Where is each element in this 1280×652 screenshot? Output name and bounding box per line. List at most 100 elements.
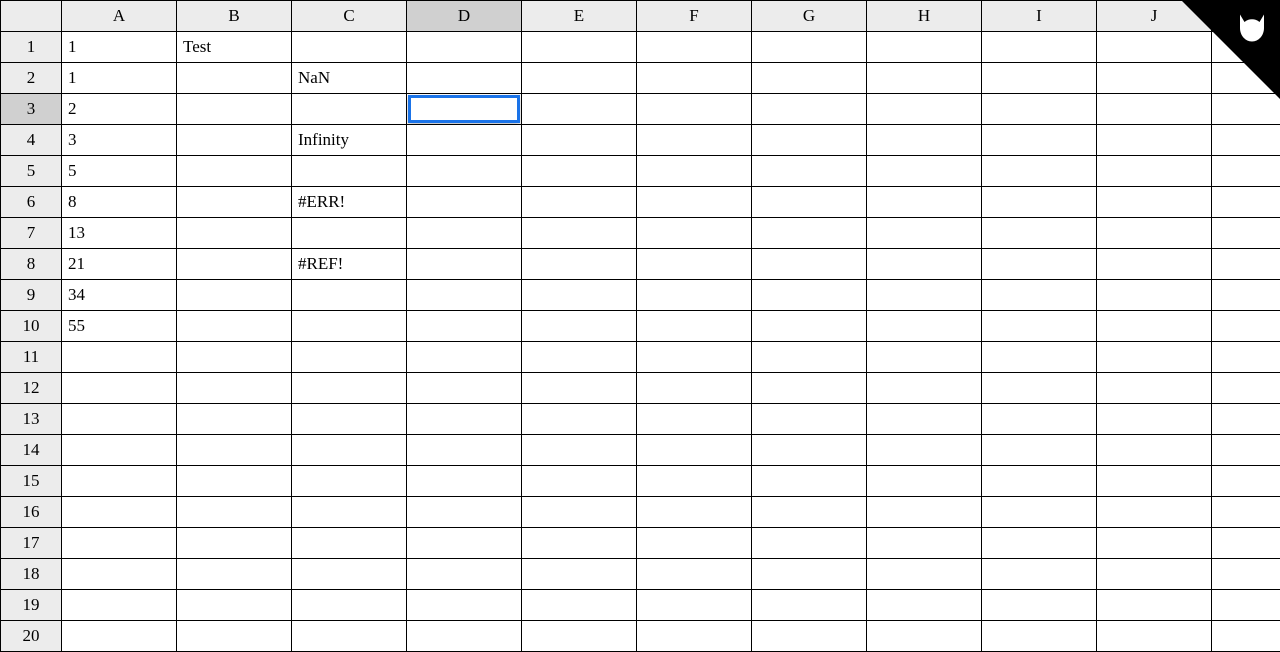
cell-A15[interactable] [62, 466, 177, 497]
cell-D16[interactable] [407, 497, 522, 528]
col-header-J[interactable]: J [1097, 1, 1212, 32]
cell-K8[interactable] [1212, 249, 1280, 280]
cell-H10[interactable] [867, 311, 982, 342]
cell-D20[interactable] [407, 621, 522, 652]
cell-K15[interactable] [1212, 466, 1280, 497]
cell-I11[interactable] [982, 342, 1097, 373]
cell-H1[interactable] [867, 32, 982, 63]
cell-C4[interactable]: Infinity [292, 125, 407, 156]
cell-E1[interactable] [522, 32, 637, 63]
cell-D10[interactable] [407, 311, 522, 342]
cell-K5[interactable] [1212, 156, 1280, 187]
cell-J2[interactable] [1097, 63, 1212, 94]
cell-E19[interactable] [522, 590, 637, 621]
cell-F15[interactable] [637, 466, 752, 497]
cell-A19[interactable] [62, 590, 177, 621]
cell-J16[interactable] [1097, 497, 1212, 528]
cell-I5[interactable] [982, 156, 1097, 187]
cell-F6[interactable] [637, 187, 752, 218]
cell-G14[interactable] [752, 435, 867, 466]
row-header-7[interactable]: 7 [1, 218, 62, 249]
cell-E17[interactable] [522, 528, 637, 559]
cell-G19[interactable] [752, 590, 867, 621]
cell-F16[interactable] [637, 497, 752, 528]
cell-G20[interactable] [752, 621, 867, 652]
row-header-13[interactable]: 13 [1, 404, 62, 435]
cell-B15[interactable] [177, 466, 292, 497]
cell-B10[interactable] [177, 311, 292, 342]
cell-H14[interactable] [867, 435, 982, 466]
cell-J15[interactable] [1097, 466, 1212, 497]
cell-E14[interactable] [522, 435, 637, 466]
cell-K11[interactable] [1212, 342, 1280, 373]
cell-I18[interactable] [982, 559, 1097, 590]
cell-F3[interactable] [637, 94, 752, 125]
cell-F4[interactable] [637, 125, 752, 156]
cell-D7[interactable] [407, 218, 522, 249]
cell-G15[interactable] [752, 466, 867, 497]
cell-H17[interactable] [867, 528, 982, 559]
row-header-17[interactable]: 17 [1, 528, 62, 559]
row-header-2[interactable]: 2 [1, 63, 62, 94]
cell-I15[interactable] [982, 466, 1097, 497]
cell-E18[interactable] [522, 559, 637, 590]
cell-B18[interactable] [177, 559, 292, 590]
cell-J17[interactable] [1097, 528, 1212, 559]
cell-C18[interactable] [292, 559, 407, 590]
cell-G16[interactable] [752, 497, 867, 528]
cell-K20[interactable] [1212, 621, 1280, 652]
row-header-19[interactable]: 19 [1, 590, 62, 621]
cell-B19[interactable] [177, 590, 292, 621]
cell-D13[interactable] [407, 404, 522, 435]
cell-H20[interactable] [867, 621, 982, 652]
cell-E2[interactable] [522, 63, 637, 94]
cell-A10[interactable]: 55 [62, 311, 177, 342]
cell-J12[interactable] [1097, 373, 1212, 404]
cell-H19[interactable] [867, 590, 982, 621]
cell-G6[interactable] [752, 187, 867, 218]
cell-B6[interactable] [177, 187, 292, 218]
cell-F2[interactable] [637, 63, 752, 94]
cell-C8[interactable]: #REF! [292, 249, 407, 280]
cell-K16[interactable] [1212, 497, 1280, 528]
row-header-6[interactable]: 6 [1, 187, 62, 218]
cell-E5[interactable] [522, 156, 637, 187]
cell-H12[interactable] [867, 373, 982, 404]
cell-D14[interactable] [407, 435, 522, 466]
cell-I8[interactable] [982, 249, 1097, 280]
cell-J1[interactable] [1097, 32, 1212, 63]
cell-I1[interactable] [982, 32, 1097, 63]
col-header-E[interactable]: E [522, 1, 637, 32]
cell-D5[interactable] [407, 156, 522, 187]
cell-H8[interactable] [867, 249, 982, 280]
cell-C2[interactable]: NaN [292, 63, 407, 94]
cell-H6[interactable] [867, 187, 982, 218]
cell-G10[interactable] [752, 311, 867, 342]
cell-J14[interactable] [1097, 435, 1212, 466]
cell-G4[interactable] [752, 125, 867, 156]
cell-H18[interactable] [867, 559, 982, 590]
row-header-9[interactable]: 9 [1, 280, 62, 311]
cell-K4[interactable] [1212, 125, 1280, 156]
cell-A18[interactable] [62, 559, 177, 590]
cell-D3[interactable] [407, 94, 522, 125]
col-header-C[interactable]: C [292, 1, 407, 32]
cell-F1[interactable] [637, 32, 752, 63]
cell-J4[interactable] [1097, 125, 1212, 156]
cell-D11[interactable] [407, 342, 522, 373]
cell-H15[interactable] [867, 466, 982, 497]
cell-A6[interactable]: 8 [62, 187, 177, 218]
cell-I7[interactable] [982, 218, 1097, 249]
cell-C6[interactable]: #ERR! [292, 187, 407, 218]
cell-J3[interactable] [1097, 94, 1212, 125]
cell-A17[interactable] [62, 528, 177, 559]
cell-D4[interactable] [407, 125, 522, 156]
cell-K12[interactable] [1212, 373, 1280, 404]
cell-H7[interactable] [867, 218, 982, 249]
cell-I16[interactable] [982, 497, 1097, 528]
cell-F9[interactable] [637, 280, 752, 311]
cell-G18[interactable] [752, 559, 867, 590]
cell-J20[interactable] [1097, 621, 1212, 652]
cell-K13[interactable] [1212, 404, 1280, 435]
cell-K7[interactable] [1212, 218, 1280, 249]
